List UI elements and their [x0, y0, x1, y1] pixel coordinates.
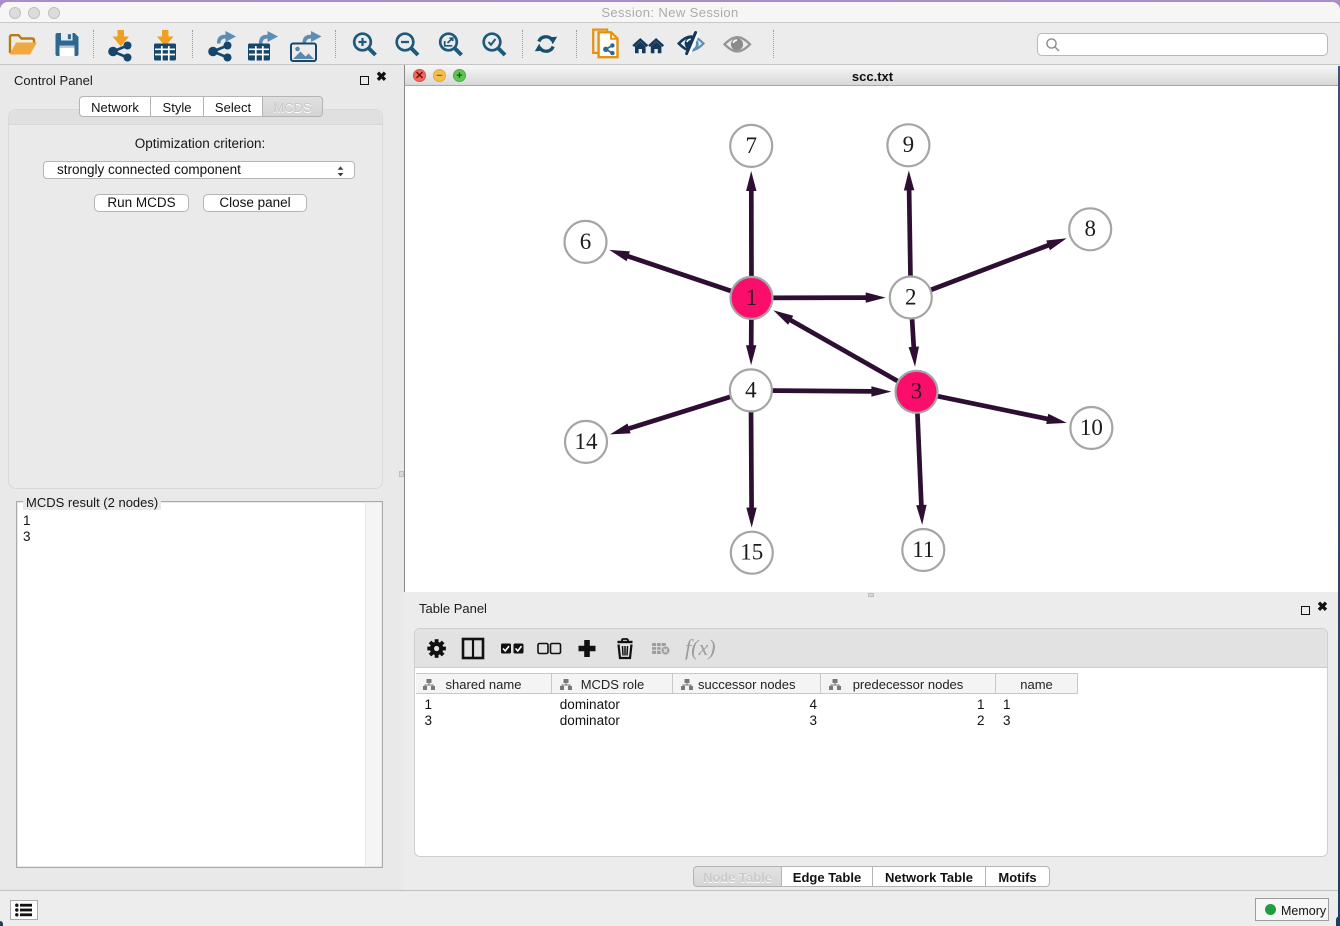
svg-text:1: 1: [746, 285, 758, 310]
svg-text:9: 9: [903, 132, 915, 157]
svg-text:7: 7: [745, 133, 757, 158]
svg-text:3: 3: [911, 379, 923, 404]
svg-text:11: 11: [912, 537, 934, 562]
svg-text:4: 4: [745, 377, 757, 402]
svg-text:8: 8: [1084, 216, 1096, 241]
svg-text:f(x): f(x): [685, 635, 716, 660]
svg-text:15: 15: [740, 540, 763, 565]
svg-text:14: 14: [575, 429, 599, 454]
svg-text:6: 6: [580, 229, 592, 254]
svg-text:2: 2: [905, 284, 917, 309]
svg-text:10: 10: [1080, 415, 1103, 440]
